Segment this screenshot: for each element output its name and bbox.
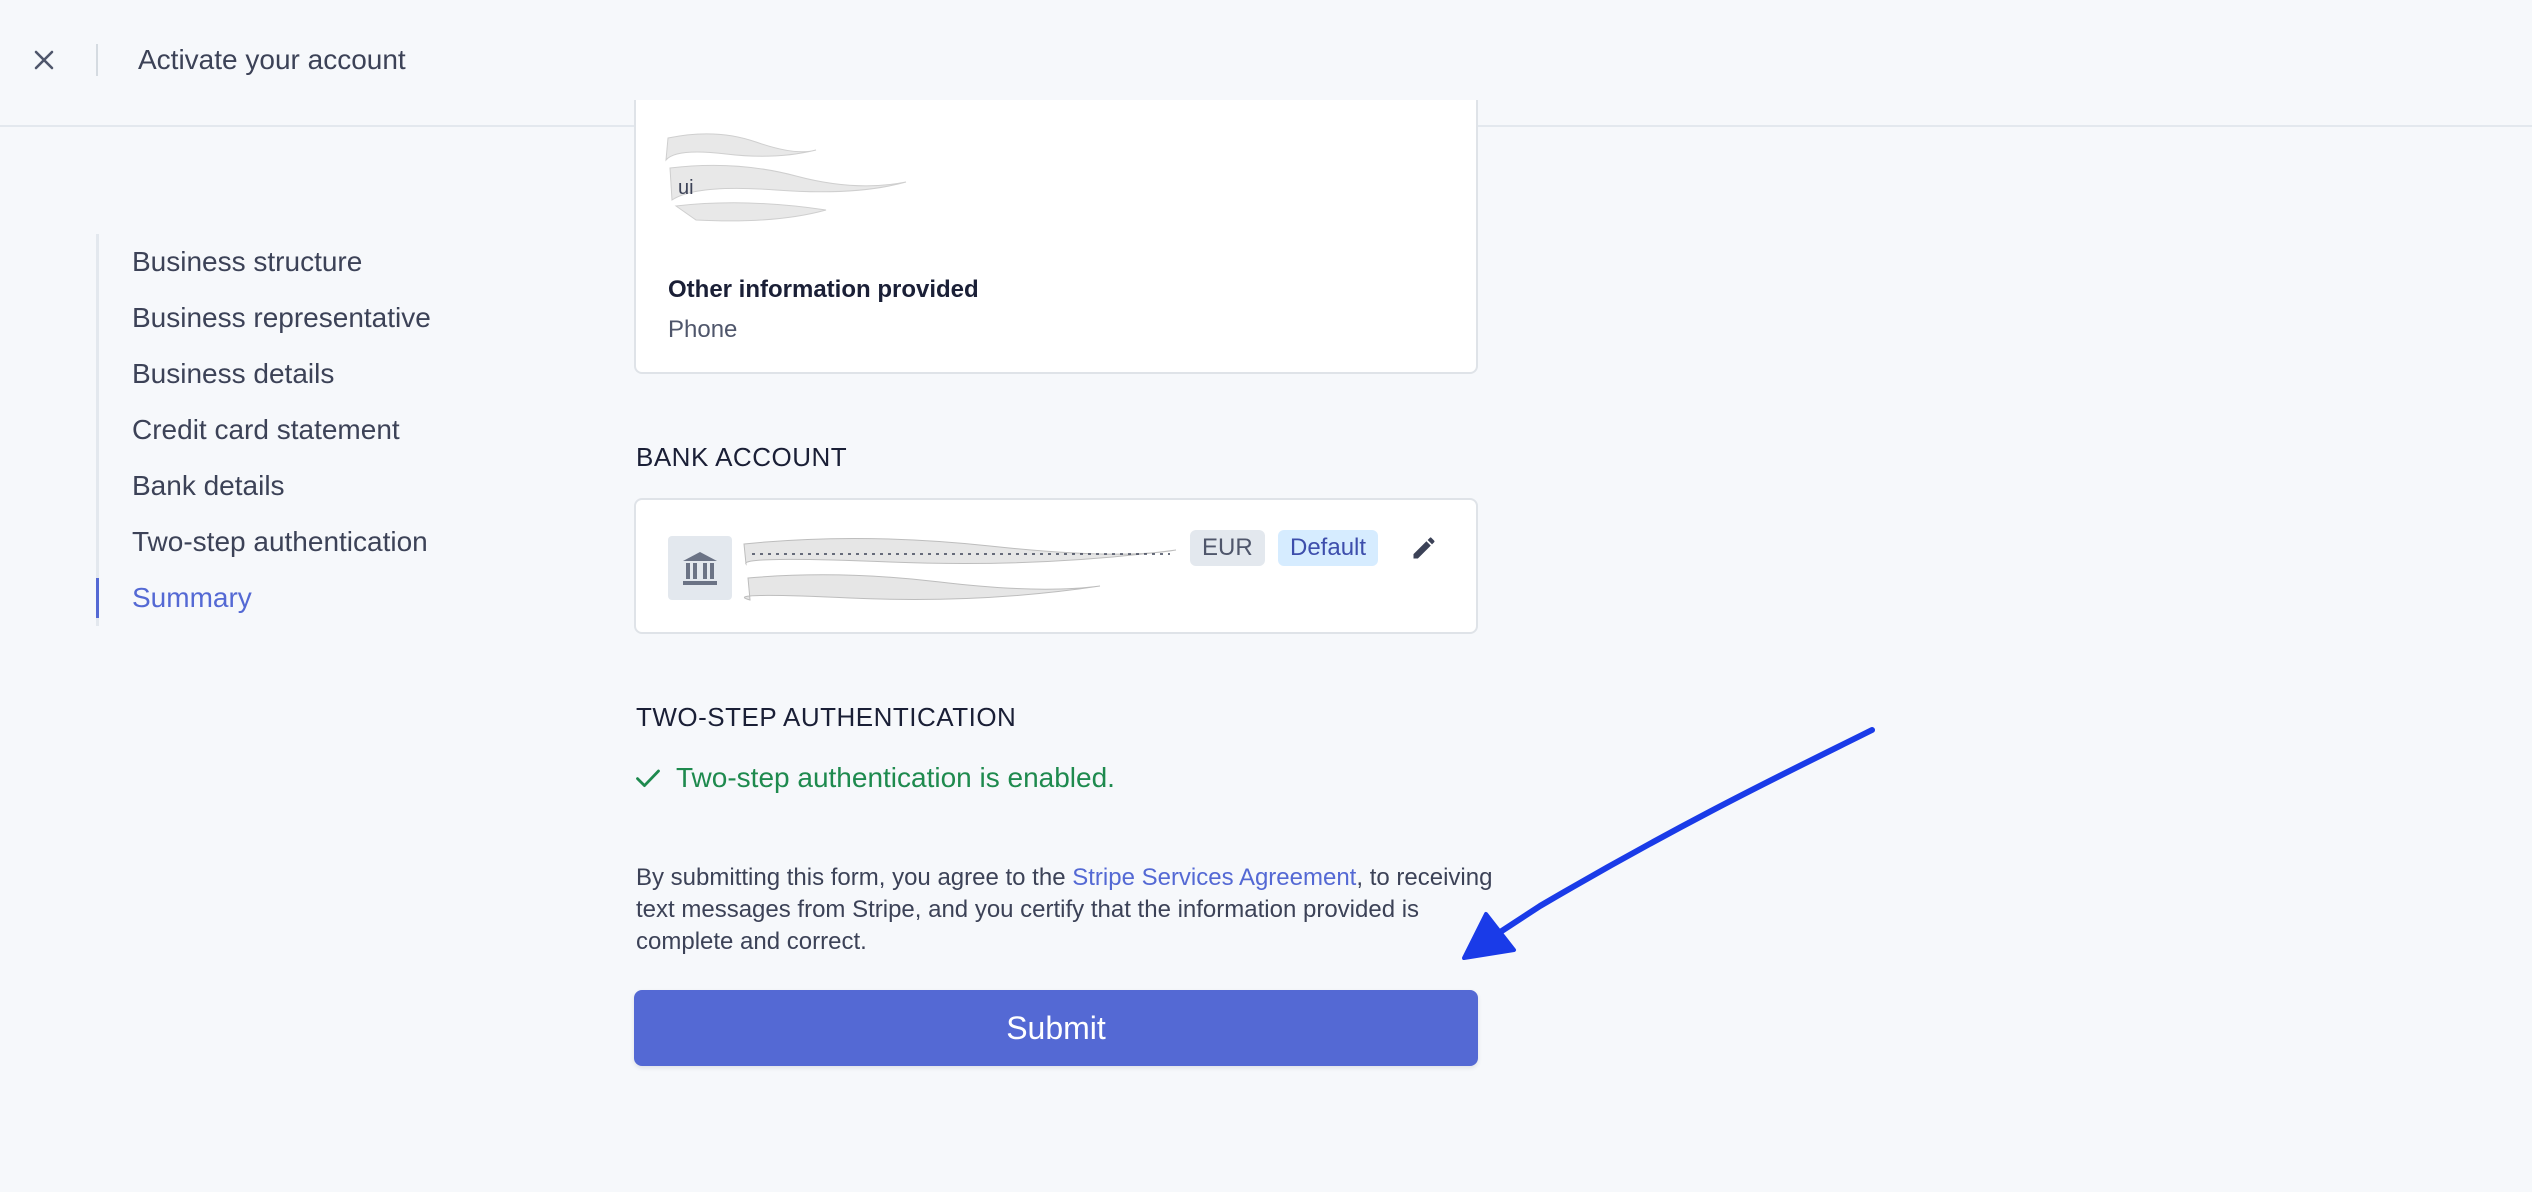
bank-account-card: EUR Default <box>634 498 1478 634</box>
nav-item-summary[interactable]: Summary <box>96 570 516 626</box>
bank-account-heading: BANK ACCOUNT <box>636 442 848 472</box>
annotation-arrow <box>1462 727 1875 960</box>
other-info-label: Other information provided <box>668 276 979 303</box>
close-button[interactable] <box>22 38 66 82</box>
pencil-icon[interactable] <box>1410 534 1438 562</box>
other-info-value: Phone <box>668 316 738 343</box>
close-icon[interactable] <box>32 48 56 72</box>
page-title: Activate your account <box>138 44 406 75</box>
nav-item-business-details[interactable]: Business details <box>99 346 516 402</box>
svg-text:ui: ui <box>678 177 694 199</box>
submit-button[interactable]: Submit <box>634 990 1478 1066</box>
agreement-text: By submitting this form, you agree to th… <box>636 862 1516 958</box>
two-step-heading: TWO-STEP AUTHENTICATION <box>636 702 1017 732</box>
redacted-bank-details <box>743 537 1177 601</box>
currency-badge: EUR <box>1190 530 1265 566</box>
two-step-status-text: Two-step authentication is enabled. <box>676 762 1115 793</box>
checkmark-icon <box>636 769 660 787</box>
business-info-card: ui Other information provided Phone <box>634 100 1478 374</box>
nav-item-bank-details[interactable]: Bank details <box>99 458 516 514</box>
two-step-status: Two-step authentication is enabled. <box>634 762 1115 794</box>
nav-item-credit-card-statement[interactable]: Credit card statement <box>99 402 516 458</box>
nav-item-business-representative[interactable]: Business representative <box>99 290 516 346</box>
header-divider <box>96 44 98 76</box>
nav-item-two-step-authentication[interactable]: Two-step authentication <box>99 514 516 570</box>
edit-bank-account-button[interactable] <box>1406 530 1442 566</box>
redacted-content: ui <box>665 133 907 222</box>
bank-icon-container <box>668 536 732 600</box>
activation-steps-nav: Business structure Business representati… <box>96 234 516 626</box>
agreement-prefix: By submitting this form, you agree to th… <box>636 864 1073 891</box>
default-badge: Default <box>1278 530 1379 566</box>
stripe-services-agreement-link[interactable]: Stripe Services Agreement <box>1072 864 1356 891</box>
bank-icon <box>683 552 717 585</box>
nav-item-business-structure[interactable]: Business structure <box>99 234 516 290</box>
